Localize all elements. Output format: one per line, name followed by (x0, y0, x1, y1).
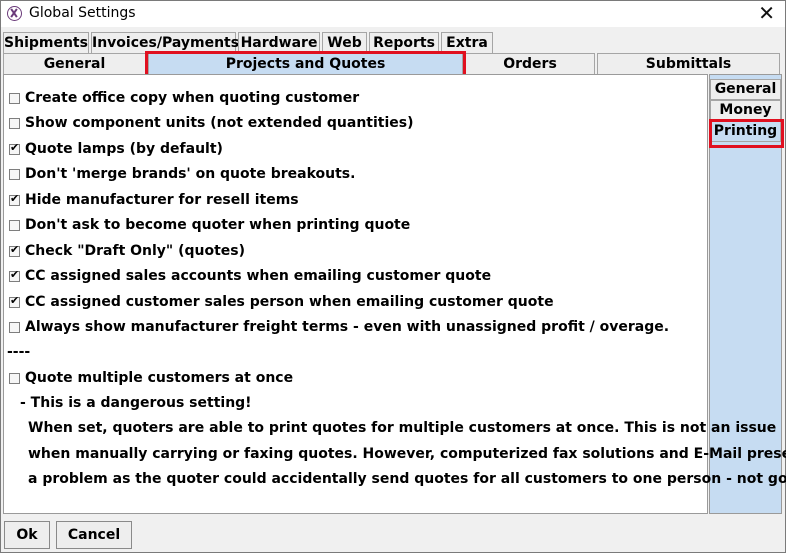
warning-line: When set, quoters are able to print quot… (28, 420, 777, 436)
checkbox[interactable] (9, 219, 20, 231)
option-label: Always show manufacturer freight terms -… (25, 319, 670, 335)
title-bar: Global Settings ✕ (1, 1, 785, 27)
option-label: Don't ask to become quoter when printing… (25, 217, 411, 233)
warning-line: a problem as the quoter could accidental… (28, 471, 786, 487)
window-title: Global Settings (29, 5, 136, 21)
checkbox[interactable] (9, 117, 20, 129)
side-tab-money[interactable]: Money (710, 100, 781, 121)
tab-orders[interactable]: Orders (465, 53, 595, 74)
tab-hardware[interactable]: Hardware (238, 32, 320, 53)
checkbox[interactable] (9, 372, 20, 384)
tab-shipments[interactable]: Shipments (3, 32, 89, 53)
tab-extra[interactable]: Extra (441, 32, 493, 53)
close-icon[interactable]: ✕ (758, 1, 775, 25)
checkbox[interactable] (9, 268, 20, 282)
tab-reports[interactable]: Reports (369, 32, 439, 53)
option-row[interactable]: Don't 'merge brands' on quote breakouts. (9, 164, 355, 184)
checkbox[interactable] (9, 168, 20, 180)
option-label: Quote multiple customers at once (25, 370, 294, 386)
global-settings-window: Global Settings ✕ Shipments Invoices/Pay… (0, 0, 786, 553)
side-tab-general[interactable]: General (710, 79, 781, 100)
side-tab-highlight-box (709, 119, 784, 148)
tab-submittals[interactable]: Submittals (597, 53, 780, 74)
tab-invoices-payments[interactable]: Invoices/Payments (91, 32, 239, 53)
option-row[interactable]: CC assigned customer sales person when e… (9, 292, 554, 312)
checkbox[interactable] (9, 92, 20, 104)
checkbox[interactable] (9, 294, 20, 308)
option-label: CC assigned sales accounts when emailing… (25, 268, 492, 284)
option-row[interactable]: Don't ask to become quoter when printing… (9, 215, 410, 235)
warning-line: when manually carrying or faxing quotes.… (28, 446, 786, 462)
tab-web[interactable]: Web (322, 32, 367, 53)
option-row[interactable]: Hide manufacturer for resell items (9, 190, 299, 210)
checkbox[interactable] (9, 192, 20, 206)
option-row[interactable]: Show component units (not extended quant… (9, 113, 414, 133)
ok-button[interactable]: Ok (4, 521, 50, 549)
option-row[interactable]: Check "Draft Only" (quotes) (9, 241, 245, 261)
option-label: Quote lamps (by default) (25, 141, 223, 157)
option-label: Hide manufacturer for resell items (25, 192, 299, 208)
warning-heading: - This is a dangerous setting! (20, 395, 252, 411)
option-row[interactable]: Always show manufacturer freight terms -… (9, 317, 669, 337)
checkbox[interactable] (9, 243, 20, 257)
option-row[interactable]: Create office copy when quoting customer (9, 88, 359, 108)
cancel-button[interactable]: Cancel (56, 521, 132, 549)
option-label: Show component units (not extended quant… (25, 115, 414, 131)
option-label: Check "Draft Only" (quotes) (25, 243, 246, 259)
checkbox[interactable] (9, 141, 20, 155)
option-quote-multiple-customers[interactable]: Quote multiple customers at once (9, 368, 293, 388)
option-label: Don't 'merge brands' on quote breakouts. (25, 166, 356, 182)
option-label: Create office copy when quoting customer (25, 90, 360, 106)
checkbox[interactable] (9, 321, 20, 333)
app-icon (7, 6, 22, 21)
option-row[interactable]: CC assigned sales accounts when emailing… (9, 266, 491, 286)
option-label: CC assigned customer sales person when e… (25, 294, 554, 310)
option-row[interactable]: Quote lamps (by default) (9, 139, 223, 159)
separator: ---- (7, 344, 31, 360)
tab-general[interactable]: General (3, 53, 146, 74)
